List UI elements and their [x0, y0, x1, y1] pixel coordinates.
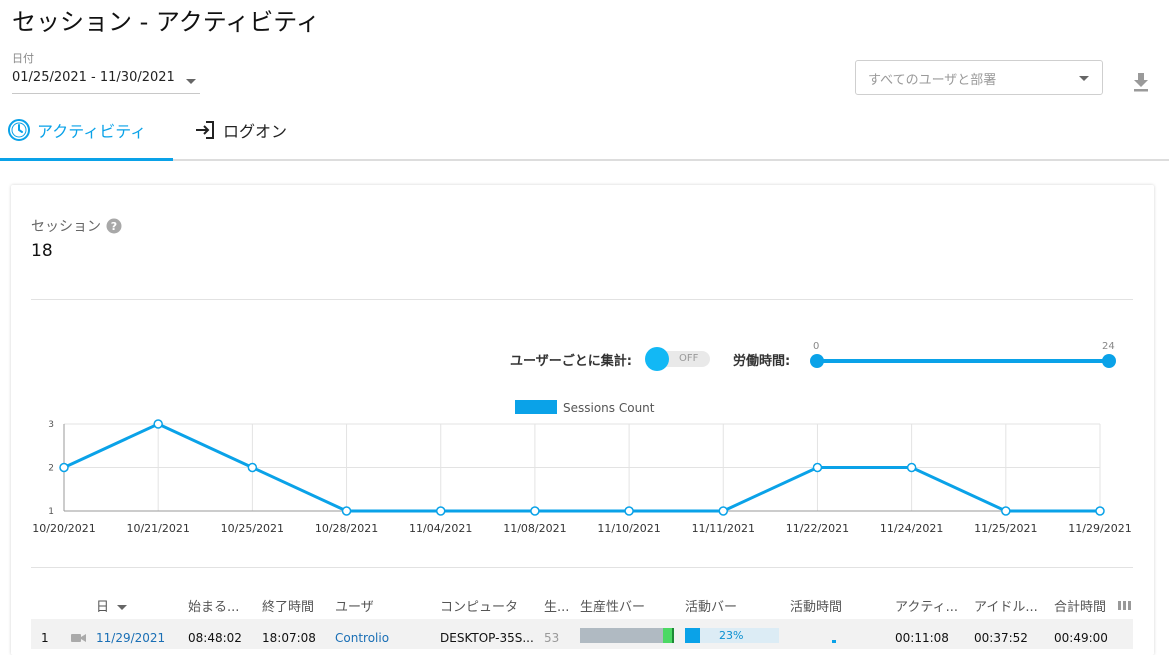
- x-tick-label: 11/24/2021: [880, 522, 943, 535]
- x-tick-label: 11/25/2021: [974, 522, 1037, 535]
- data-point: [624, 506, 634, 516]
- col-header-productivity[interactable]: 生...: [544, 596, 569, 615]
- login-icon: [196, 121, 214, 139]
- x-tick-label: 10/28/2021: [315, 522, 378, 535]
- data-point: [906, 462, 917, 473]
- work-hours-label: 労働時間:: [733, 354, 791, 369]
- col-header-active[interactable]: アクティ...: [895, 596, 958, 615]
- sort-desc-icon: [117, 605, 128, 610]
- x-tick-label: 10/25/2021: [221, 522, 284, 535]
- x-tick-label: 11/10/2021: [597, 522, 660, 535]
- x-tick-label: 11/11/2021: [692, 522, 755, 535]
- svg-text:?: ?: [111, 220, 117, 233]
- y-tick-label: 3: [48, 420, 54, 430]
- user-select-placeholder: すべてのユーザと部署: [868, 73, 997, 88]
- sessions-line-chart: Sessions Count 1 2 3 10/20/2021 10/21/2021 10/…: [32, 400, 1132, 535]
- aggregate-per-user-label: ユーザーごとに集計:: [510, 354, 632, 369]
- date-label: 日付: [12, 52, 34, 65]
- slider-min-label: 0: [813, 341, 820, 352]
- x-tick-label: 11/08/2021: [503, 522, 566, 535]
- slider-max-label: 24: [1102, 341, 1115, 352]
- date-underline: [12, 93, 200, 94]
- video-camera-icon[interactable]: [71, 633, 87, 643]
- columns-icon[interactable]: [1118, 600, 1131, 611]
- user-select-chevron-down-icon[interactable]: [1079, 76, 1089, 81]
- col-header-total[interactable]: 合計時間: [1054, 596, 1106, 615]
- col-header-computer[interactable]: コンピュータ: [440, 596, 518, 615]
- card-divider-bottom: [31, 567, 1133, 568]
- col-header-user[interactable]: ユーザ: [335, 596, 374, 615]
- col-header-activity-time[interactable]: 活動時間: [790, 596, 842, 615]
- x-tick-label: 11/22/2021: [786, 522, 849, 535]
- slider-handle-start[interactable]: [810, 354, 824, 368]
- data-point: [59, 462, 69, 473]
- sessions-summary-label: セッション ?: [31, 216, 122, 236]
- sessions-label: セッション: [31, 219, 101, 235]
- sessions-count: 18: [31, 241, 53, 261]
- tab-logon-label: ログオン: [223, 122, 288, 141]
- row-productivity-bar: [580, 628, 674, 643]
- tab-activity-label: アクティビティ: [37, 122, 147, 141]
- toggle-knob[interactable]: [645, 347, 669, 371]
- legend-swatch: [515, 400, 557, 414]
- help-icon[interactable]: ?: [106, 218, 122, 234]
- date-range-picker[interactable]: 01/25/2021 - 11/30/2021: [12, 70, 175, 85]
- date-dropdown-caret-icon[interactable]: [186, 79, 196, 84]
- col-header-productivity-bar[interactable]: 生産性バー: [580, 596, 645, 615]
- download-icon[interactable]: [1131, 72, 1151, 94]
- productivity-bar-fill: [663, 628, 672, 643]
- col-header-activity-bar[interactable]: 活動バー: [685, 596, 737, 615]
- data-point: [247, 462, 258, 473]
- x-tick-label: 11/04/2021: [409, 522, 472, 535]
- data-point: [341, 506, 352, 516]
- y-tick-label: 2: [48, 464, 54, 474]
- data-point: [1001, 506, 1011, 516]
- data-point: [718, 506, 729, 516]
- data-point: [153, 419, 163, 429]
- col-header-idle[interactable]: アイドル...: [974, 596, 1038, 615]
- work-hours-slider-track[interactable]: [817, 359, 1109, 363]
- user-department-select[interactable]: すべてのユーザと部署: [855, 60, 1103, 95]
- col-header-start[interactable]: 始まる...: [188, 596, 239, 615]
- data-point: [530, 506, 540, 516]
- x-tick-label: 10/21/2021: [126, 522, 189, 535]
- activity-bar-fill: [685, 628, 700, 643]
- page-title: セッション - アクティビティ: [12, 8, 320, 36]
- tab-active-indicator: [0, 158, 173, 161]
- x-tick-label: 11/29/2021: [1068, 522, 1131, 535]
- card-divider-top: [31, 299, 1133, 300]
- slider-handle-end[interactable]: [1102, 354, 1116, 368]
- data-point: [1095, 506, 1105, 516]
- toggle-state: OFF: [679, 353, 699, 364]
- y-tick-label: 1: [48, 507, 54, 517]
- clock-icon: [8, 119, 30, 141]
- tab-activity[interactable]: アクティビティ: [7, 118, 146, 142]
- row-activity-bar: 23%: [685, 628, 779, 643]
- data-point: [435, 506, 446, 516]
- legend-label: Sessions Count: [563, 401, 655, 415]
- col-header-date[interactable]: 日: [96, 596, 128, 615]
- activity-bar-percent: 23%: [719, 629, 744, 642]
- tab-logon[interactable]: ログオン: [193, 118, 287, 142]
- col-header-end[interactable]: 終了時間: [262, 596, 314, 615]
- productivity-bar-end: [672, 628, 674, 643]
- x-tick-label: 10/20/2021: [32, 522, 95, 535]
- data-point: [812, 462, 823, 473]
- tab-bar-divider: [0, 159, 1169, 161]
